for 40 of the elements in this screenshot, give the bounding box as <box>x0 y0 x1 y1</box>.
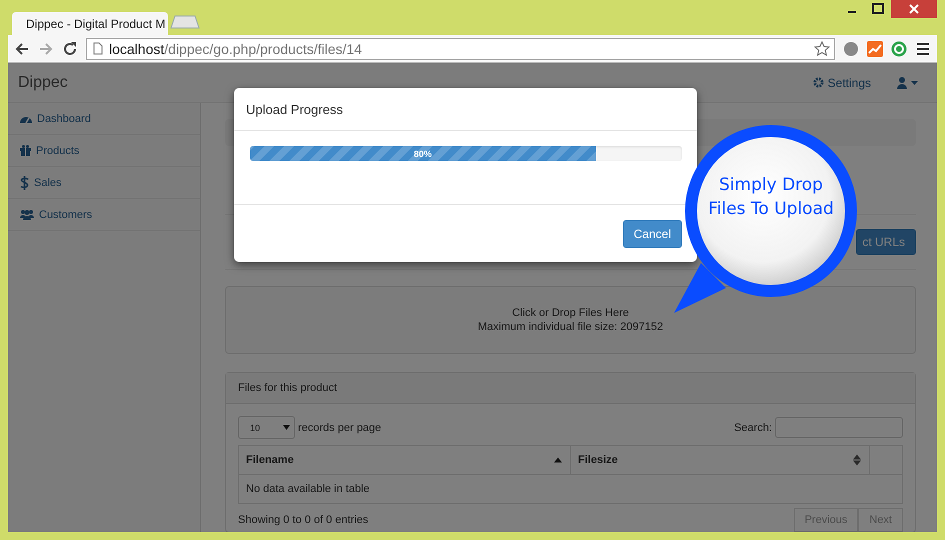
browser-tab[interactable]: Dippec - Digital Product M <box>12 12 168 35</box>
extension-icon[interactable] <box>891 40 907 56</box>
column-header[interactable]: Filename <box>238 446 570 474</box>
product-urls-button[interactable]: ct URLs <box>856 229 916 255</box>
settings-link[interactable]: Settings <box>812 76 871 90</box>
user-menu-icon[interactable] <box>897 76 919 88</box>
extension-icon[interactable] <box>843 40 859 56</box>
gift-icon <box>20 145 31 156</box>
chart-icon[interactable] <box>867 40 883 56</box>
progress-fill: 80% <box>250 146 596 161</box>
search-label: Search: <box>734 422 772 434</box>
dialog-title: Upload Progress <box>246 102 343 116</box>
star-icon[interactable] <box>814 40 830 56</box>
panel-header: Files for this product <box>226 373 915 404</box>
sidebar-item[interactable]: Customers <box>8 199 200 231</box>
file-drop-zone[interactable]: Click or Drop Files Here Maximum individual file size: 2097152 <box>225 286 916 354</box>
page-icon <box>93 42 103 55</box>
cancel-button[interactable]: Cancel <box>622 220 682 248</box>
brand-name[interactable]: Dippec <box>18 74 68 92</box>
back-icon[interactable] <box>14 40 30 56</box>
drop-zone-title: Click or Drop Files Here <box>512 307 629 319</box>
close-icon[interactable] <box>891 0 937 18</box>
reload-icon[interactable] <box>62 40 78 56</box>
caret-icon <box>283 425 290 430</box>
sidebar-item[interactable]: Products <box>8 135 200 167</box>
page-size-select[interactable]: 10 <box>238 416 295 439</box>
table-info: Showing 0 to 0 of 0 entries <box>238 514 368 526</box>
address-bar[interactable]: localhost/dippec/go.php/products/files/14 <box>86 38 835 60</box>
column-header[interactable]: Filesize <box>570 446 870 474</box>
max-file-size-note: Maximum individual file size: 2097152 <box>478 321 664 333</box>
settings-icon <box>812 77 824 88</box>
sidebar-item[interactable]: Dashboard <box>8 103 200 135</box>
page-size-label: records per page <box>298 422 382 434</box>
users-icon <box>20 209 34 220</box>
menu-icon[interactable] <box>915 40 931 56</box>
search-field[interactable] <box>775 417 903 438</box>
empty-table-message: No data available in table <box>238 474 902 504</box>
dollar-icon <box>20 176 29 190</box>
callout-text: Simply Drop Files To Upload <box>707 174 835 221</box>
sidebar-item[interactable]: Sales <box>8 167 200 199</box>
